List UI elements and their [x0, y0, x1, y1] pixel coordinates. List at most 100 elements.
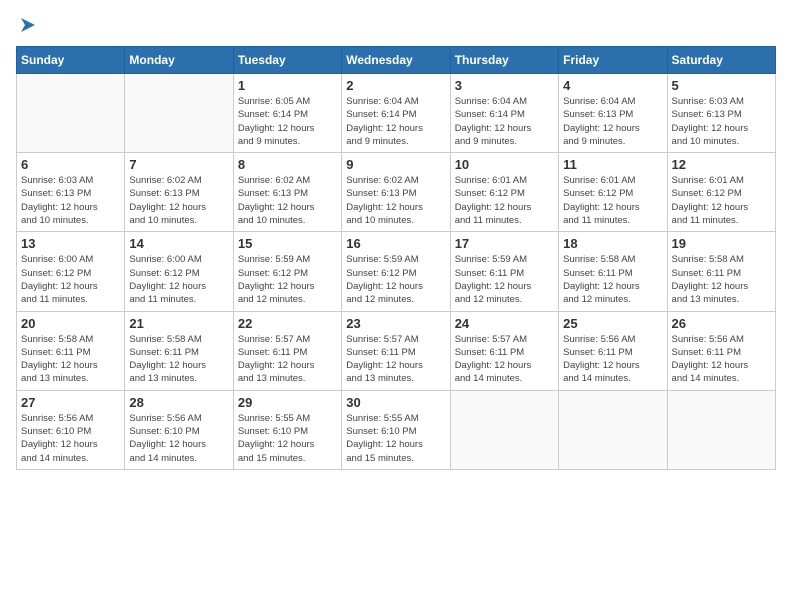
weekday-header-row: SundayMondayTuesdayWednesdayThursdayFrid…	[17, 47, 776, 74]
day-info: Sunrise: 5:57 AM Sunset: 6:11 PM Dayligh…	[346, 333, 445, 386]
calendar-cell: 17 Sunrise: 5:59 AM Sunset: 6:11 PM Dayli…	[450, 232, 558, 311]
calendar-cell	[17, 74, 125, 153]
day-info: Sunrise: 5:59 AM Sunset: 6:12 PM Dayligh…	[238, 253, 337, 306]
day-info: Sunrise: 5:58 AM Sunset: 6:11 PM Dayligh…	[21, 333, 120, 386]
day-number: 22	[238, 316, 337, 331]
day-number: 13	[21, 236, 120, 251]
calendar-cell: 15 Sunrise: 5:59 AM Sunset: 6:12 PM Dayli…	[233, 232, 341, 311]
weekday-header-monday: Monday	[125, 47, 233, 74]
day-info: Sunrise: 6:01 AM Sunset: 6:12 PM Dayligh…	[563, 174, 662, 227]
calendar-cell: 16 Sunrise: 5:59 AM Sunset: 6:12 PM Dayli…	[342, 232, 450, 311]
day-info: Sunrise: 6:01 AM Sunset: 6:12 PM Dayligh…	[455, 174, 554, 227]
day-number: 11	[563, 157, 662, 172]
weekday-header-sunday: Sunday	[17, 47, 125, 74]
calendar-cell: 4 Sunrise: 6:04 AM Sunset: 6:13 PM Daylig…	[559, 74, 667, 153]
calendar-cell: 28Sunrise: 5:56 AM Sunset: 6:10 PM Dayli…	[125, 390, 233, 469]
day-info: Sunrise: 6:04 AM Sunset: 6:14 PM Dayligh…	[455, 95, 554, 148]
day-number: 26	[672, 316, 771, 331]
calendar-cell	[559, 390, 667, 469]
calendar-cell: 3 Sunrise: 6:04 AM Sunset: 6:14 PM Daylig…	[450, 74, 558, 153]
day-number: 19	[672, 236, 771, 251]
calendar-cell: 26 Sunrise: 5:56 AM Sunset: 6:11 PM Dayli…	[667, 311, 775, 390]
week-row-4: 20 Sunrise: 5:58 AM Sunset: 6:11 PM Dayli…	[17, 311, 776, 390]
day-number: 12	[672, 157, 771, 172]
day-info: Sunrise: 5:55 AM Sunset: 6:10 PM Dayligh…	[238, 412, 337, 465]
week-row-5: 27 Sunrise: 5:56 AM Sunset: 6:10 PM Dayli…	[17, 390, 776, 469]
day-info: Sunrise: 6:00 AM Sunset: 6:12 PM Dayligh…	[21, 253, 120, 306]
weekday-header-saturday: Saturday	[667, 47, 775, 74]
calendar-cell: 30 Sunrise: 5:55 AM Sunset: 6:10 PM Dayli…	[342, 390, 450, 469]
calendar-cell: 2 Sunrise: 6:04 AM Sunset: 6:14 PM Daylig…	[342, 74, 450, 153]
day-info: Sunrise: 5:56 AM Sunset: 6:11 PM Dayligh…	[672, 333, 771, 386]
day-info: Sunrise: 5:55 AM Sunset: 6:10 PM Dayligh…	[346, 412, 445, 465]
day-number: 2	[346, 78, 445, 93]
calendar-cell: 18 Sunrise: 5:58 AM Sunset: 6:11 PM Dayli…	[559, 232, 667, 311]
calendar-cell: 6 Sunrise: 6:03 AM Sunset: 6:13 PM Daylig…	[17, 153, 125, 232]
day-number: 5	[672, 78, 771, 93]
day-number: 27	[21, 395, 120, 410]
day-info: Sunrise: 6:03 AM Sunset: 6:13 PM Dayligh…	[672, 95, 771, 148]
calendar: SundayMondayTuesdayWednesdayThursdayFrid…	[16, 46, 776, 470]
day-info: Sunrise: 5:57 AM Sunset: 6:11 PM Dayligh…	[238, 333, 337, 386]
day-info: Sunrise: 5:59 AM Sunset: 6:11 PM Dayligh…	[455, 253, 554, 306]
weekday-header-thursday: Thursday	[450, 47, 558, 74]
day-info: Sunrise: 6:03 AM Sunset: 6:13 PM Dayligh…	[21, 174, 120, 227]
day-number: 25	[563, 316, 662, 331]
week-row-3: 13 Sunrise: 6:00 AM Sunset: 6:12 PM Dayli…	[17, 232, 776, 311]
day-info: Sunrise: 6:04 AM Sunset: 6:14 PM Dayligh…	[346, 95, 445, 148]
calendar-cell: 23 Sunrise: 5:57 AM Sunset: 6:11 PM Dayli…	[342, 311, 450, 390]
calendar-cell: 1Sunrise: 6:05 AM Sunset: 6:14 PM Daylig…	[233, 74, 341, 153]
logo-icon	[17, 14, 39, 36]
day-info: Sunrise: 6:02 AM Sunset: 6:13 PM Dayligh…	[238, 174, 337, 227]
day-number: 14	[129, 236, 228, 251]
day-number: 20	[21, 316, 120, 331]
calendar-cell: 29 Sunrise: 5:55 AM Sunset: 6:10 PM Dayli…	[233, 390, 341, 469]
day-number: 18	[563, 236, 662, 251]
calendar-cell	[667, 390, 775, 469]
weekday-header-tuesday: Tuesday	[233, 47, 341, 74]
calendar-cell: 19 Sunrise: 5:58 AM Sunset: 6:11 PM Dayli…	[667, 232, 775, 311]
day-number: 24	[455, 316, 554, 331]
day-number: 7	[129, 157, 228, 172]
day-info: Sunrise: 5:56 AM Sunset: 6:10 PM Dayligh…	[129, 412, 228, 465]
calendar-cell: 9Sunrise: 6:02 AM Sunset: 6:13 PM Daylig…	[342, 153, 450, 232]
calendar-cell	[450, 390, 558, 469]
calendar-cell: 22 Sunrise: 5:57 AM Sunset: 6:11 PM Dayli…	[233, 311, 341, 390]
day-number: 3	[455, 78, 554, 93]
day-info: Sunrise: 5:58 AM Sunset: 6:11 PM Dayligh…	[563, 253, 662, 306]
calendar-cell: 7 Sunrise: 6:02 AM Sunset: 6:13 PM Daylig…	[125, 153, 233, 232]
day-number: 15	[238, 236, 337, 251]
day-number: 29	[238, 395, 337, 410]
header	[16, 16, 776, 36]
day-info: Sunrise: 6:01 AM Sunset: 6:12 PM Dayligh…	[672, 174, 771, 227]
calendar-cell: 14Sunrise: 6:00 AM Sunset: 6:12 PM Dayli…	[125, 232, 233, 311]
day-number: 23	[346, 316, 445, 331]
calendar-cell: 12 Sunrise: 6:01 AM Sunset: 6:12 PM Dayli…	[667, 153, 775, 232]
day-info: Sunrise: 6:04 AM Sunset: 6:13 PM Dayligh…	[563, 95, 662, 148]
weekday-header-wednesday: Wednesday	[342, 47, 450, 74]
calendar-cell: 5 Sunrise: 6:03 AM Sunset: 6:13 PM Daylig…	[667, 74, 775, 153]
day-info: Sunrise: 5:56 AM Sunset: 6:11 PM Dayligh…	[563, 333, 662, 386]
calendar-cell	[125, 74, 233, 153]
day-number: 30	[346, 395, 445, 410]
day-number: 16	[346, 236, 445, 251]
day-number: 21	[129, 316, 228, 331]
calendar-cell: 24 Sunrise: 5:57 AM Sunset: 6:11 PM Dayli…	[450, 311, 558, 390]
calendar-cell: 13 Sunrise: 6:00 AM Sunset: 6:12 PM Dayli…	[17, 232, 125, 311]
day-info: Sunrise: 5:59 AM Sunset: 6:12 PM Dayligh…	[346, 253, 445, 306]
day-info: Sunrise: 5:57 AM Sunset: 6:11 PM Dayligh…	[455, 333, 554, 386]
calendar-cell: 11 Sunrise: 6:01 AM Sunset: 6:12 PM Dayli…	[559, 153, 667, 232]
weekday-header-friday: Friday	[559, 47, 667, 74]
calendar-cell: 27Sunrise: 5:56 AM Sunset: 6:10 PM Dayli…	[17, 390, 125, 469]
day-number: 17	[455, 236, 554, 251]
week-row-1: 1Sunrise: 6:05 AM Sunset: 6:14 PM Daylig…	[17, 74, 776, 153]
logo	[16, 16, 39, 36]
day-info: Sunrise: 6:02 AM Sunset: 6:13 PM Dayligh…	[129, 174, 228, 227]
day-number: 10	[455, 157, 554, 172]
day-info: Sunrise: 5:58 AM Sunset: 6:11 PM Dayligh…	[672, 253, 771, 306]
calendar-cell: 25 Sunrise: 5:56 AM Sunset: 6:11 PM Dayli…	[559, 311, 667, 390]
calendar-cell: 10 Sunrise: 6:01 AM Sunset: 6:12 PM Dayli…	[450, 153, 558, 232]
day-number: 4	[563, 78, 662, 93]
day-number: 6	[21, 157, 120, 172]
calendar-cell: 20 Sunrise: 5:58 AM Sunset: 6:11 PM Dayli…	[17, 311, 125, 390]
